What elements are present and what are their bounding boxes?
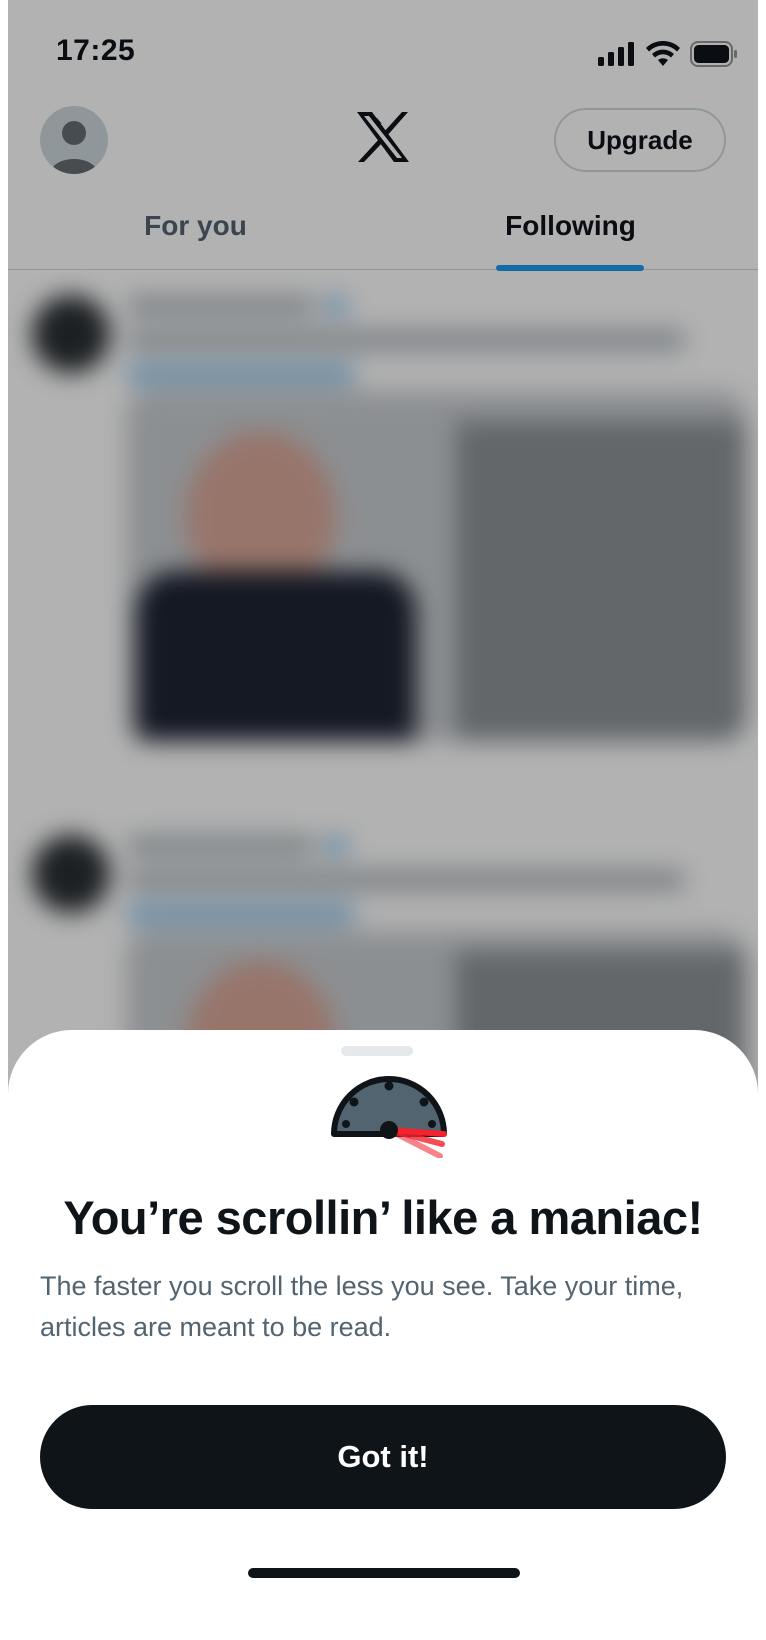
sheet-grabber[interactable] [341, 1046, 413, 1056]
phone-screen: 17:25 Upgrade For you Following You’re s… [8, 0, 758, 1640]
bottom-sheet: You’re scrollin’ like a maniac! The fast… [8, 1030, 758, 1640]
got-it-button[interactable]: Got it! [40, 1405, 726, 1509]
home-indicator[interactable] [248, 1568, 520, 1578]
speedometer-icon [331, 1076, 447, 1158]
sheet-title: You’re scrollin’ like a maniac! [63, 1191, 703, 1244]
sheet-description: The faster you scroll the less you see. … [40, 1271, 684, 1342]
